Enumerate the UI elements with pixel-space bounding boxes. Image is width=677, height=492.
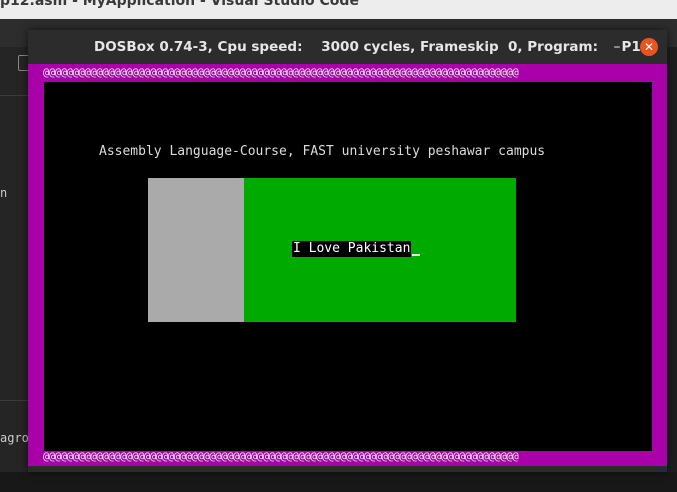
sidebar-divider (0, 400, 30, 401)
dosbox-title-bar[interactable]: DOSBox 0.74-3, Cpu speed: 3000 cycles, F… (28, 30, 667, 64)
close-button[interactable]: ✕ (640, 38, 658, 56)
course-heading: Assembly Language-Course, FAST universit… (99, 144, 546, 159)
gray-rectangle (148, 178, 244, 322)
vscode-sidebar (0, 47, 30, 492)
dosbox-window[interactable]: DOSBox 0.74-3, Cpu speed: 3000 cycles, F… (28, 30, 667, 472)
top-border-row: @@@@@@@@@@@@@@@@@@@@@@@@@@@@@@@@@@@@@@@@… (43, 67, 519, 79)
dosbox-window-title: DOSBox 0.74-3, Cpu speed: 3000 cycles, F… (94, 39, 651, 55)
vscode-window-title: p12.asm - MyApplication - Visual Studio … (0, 0, 359, 9)
vscode-title-bar: p12.asm - MyApplication - Visual Studio … (0, 0, 677, 19)
vscode-status-area (0, 472, 677, 492)
dos-screen[interactable]: @@@@@@@@@@@@@@@@@@@@@@@@@@@@@@@@@@@@@@@@… (28, 64, 667, 466)
sidebar-divider (0, 95, 30, 96)
dos-display-area: Assembly Language-Course, FAST universit… (44, 82, 652, 451)
text-cursor (412, 254, 420, 256)
sidebar-text-fragment: n (0, 186, 8, 200)
sidebar-text-fragment: agro (0, 431, 29, 445)
bottom-border-row: @@@@@@@@@@@@@@@@@@@@@@@@@@@@@@@@@@@@@@@@… (43, 451, 519, 463)
minimize-button[interactable]: – (611, 37, 623, 57)
message-text: I Love Pakistan (292, 241, 412, 257)
